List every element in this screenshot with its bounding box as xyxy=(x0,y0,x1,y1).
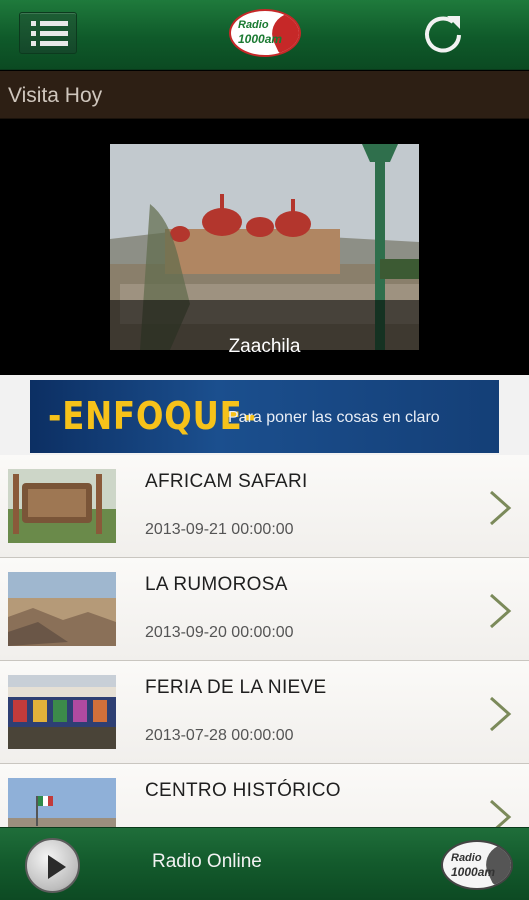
item-date: 2013-07-28 00:00:00 xyxy=(145,727,294,744)
item-title: FERIA DE LA NIEVE xyxy=(145,677,327,698)
chevron-right-icon xyxy=(490,799,512,827)
list-item[interactable]: FERIA DE LA NIEVE 2013-07-28 00:00:00 xyxy=(0,661,529,764)
chevron-right-icon xyxy=(490,490,512,526)
list-menu-icon xyxy=(31,21,68,26)
item-title: LA RUMOROSA xyxy=(145,574,288,595)
radio-logo: Radio 1000am xyxy=(229,9,301,57)
enfoque-banner[interactable]: -ENFOQUE- Para poner las cosas en claro xyxy=(30,380,499,453)
play-icon xyxy=(48,855,66,879)
section-title: Visita Hoy xyxy=(8,84,103,107)
featured-panel[interactable]: Zaachila xyxy=(0,120,529,375)
item-title: AFRICAM SAFARI xyxy=(145,471,308,492)
thumbnail xyxy=(8,572,116,646)
chevron-right-icon xyxy=(490,696,512,732)
featured-caption: Zaachila xyxy=(228,336,301,357)
player-bar: Radio Online Radio 1000am xyxy=(0,827,529,900)
thumbnail xyxy=(8,778,116,827)
list-item[interactable]: CENTRO HISTÓRICO xyxy=(0,764,529,827)
item-date: 2013-09-20 00:00:00 xyxy=(145,624,294,641)
chevron-right-icon xyxy=(490,593,512,629)
list-item[interactable]: LA RUMOROSA 2013-09-20 00:00:00 xyxy=(0,558,529,661)
banner-tagline: Para poner las cosas en claro xyxy=(228,409,440,426)
thumbnail xyxy=(8,675,116,749)
places-list[interactable]: AFRICAM SAFARI 2013-09-21 00:00:00 LA RU… xyxy=(0,455,529,827)
thumbnail xyxy=(8,469,116,543)
player-label: Radio Online xyxy=(152,851,262,872)
banner-title: -ENFOQUE- xyxy=(48,394,257,438)
play-button[interactable] xyxy=(25,838,80,893)
banner-area: -ENFOQUE- Para poner las cosas en claro xyxy=(0,375,529,455)
player-radio-logo: Radio 1000am xyxy=(441,840,513,890)
list-item[interactable]: AFRICAM SAFARI 2013-09-21 00:00:00 xyxy=(0,455,529,558)
featured-image[interactable] xyxy=(110,144,419,350)
item-date: 2013-09-21 00:00:00 xyxy=(145,521,294,538)
refresh-icon[interactable] xyxy=(420,10,466,56)
top-app-bar: Radio 1000am xyxy=(0,0,529,70)
item-title: CENTRO HISTÓRICO xyxy=(145,780,341,801)
menu-button[interactable] xyxy=(19,12,77,54)
section-header: Visita Hoy xyxy=(0,71,529,119)
